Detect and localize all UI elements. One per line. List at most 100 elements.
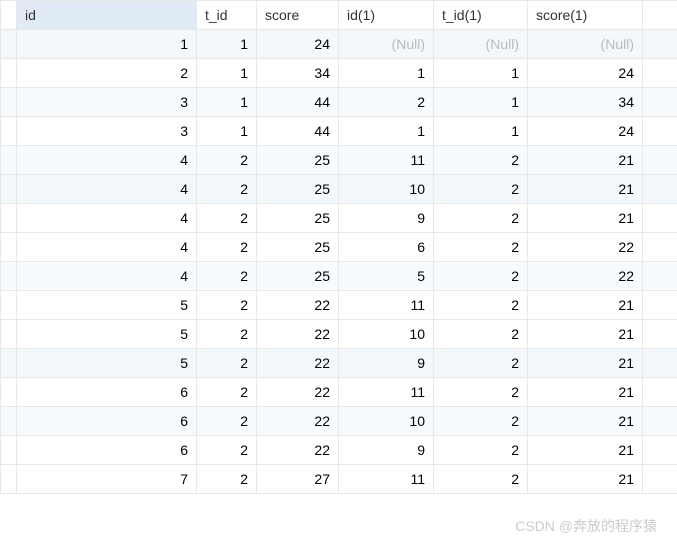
cell-t_id[interactable]: 2 bbox=[197, 378, 257, 407]
cell-score[interactable]: 34 bbox=[257, 59, 339, 88]
cell-id1[interactable]: 10 bbox=[339, 407, 434, 436]
column-header-tid1[interactable]: t_id(1) bbox=[434, 1, 528, 30]
cell-id[interactable]: 4 bbox=[17, 262, 197, 291]
column-header-id1[interactable]: id(1) bbox=[339, 1, 434, 30]
cell-t_id1[interactable]: 2 bbox=[434, 407, 528, 436]
table-row[interactable]: 31442134 bbox=[1, 88, 677, 117]
cell-id[interactable]: 6 bbox=[17, 436, 197, 465]
cell-score1[interactable]: 24 bbox=[528, 59, 643, 88]
column-header-score1[interactable]: score(1) bbox=[528, 1, 643, 30]
cell-t_id1[interactable]: 2 bbox=[434, 436, 528, 465]
table-row[interactable]: 31441124 bbox=[1, 117, 677, 146]
cell-t_id[interactable]: 2 bbox=[197, 407, 257, 436]
cell-t_id1[interactable]: 2 bbox=[434, 320, 528, 349]
cell-t_id1[interactable]: 1 bbox=[434, 88, 528, 117]
cell-t_id[interactable]: 1 bbox=[197, 88, 257, 117]
cell-id[interactable]: 4 bbox=[17, 233, 197, 262]
cell-id1[interactable]: 2 bbox=[339, 88, 434, 117]
cell-t_id[interactable]: 2 bbox=[197, 349, 257, 378]
cell-id[interactable]: 6 bbox=[17, 378, 197, 407]
cell-id1[interactable]: 1 bbox=[339, 59, 434, 88]
cell-id1[interactable]: 9 bbox=[339, 436, 434, 465]
cell-t_id1[interactable]: 2 bbox=[434, 204, 528, 233]
cell-t_id1[interactable]: 2 bbox=[434, 378, 528, 407]
cell-id1[interactable]: 9 bbox=[339, 204, 434, 233]
column-header-score[interactable]: score bbox=[257, 1, 339, 30]
cell-t_id1[interactable]: 2 bbox=[434, 233, 528, 262]
column-header-tid[interactable]: t_id bbox=[197, 1, 257, 30]
cell-t_id[interactable]: 2 bbox=[197, 436, 257, 465]
table-row[interactable]: 62229221 bbox=[1, 436, 677, 465]
cell-t_id1[interactable]: 2 bbox=[434, 175, 528, 204]
cell-id[interactable]: 1 bbox=[17, 30, 197, 59]
cell-id[interactable]: 4 bbox=[17, 175, 197, 204]
cell-score1[interactable]: 21 bbox=[528, 407, 643, 436]
cell-t_id[interactable]: 2 bbox=[197, 320, 257, 349]
table-row[interactable]: 42256222 bbox=[1, 233, 677, 262]
cell-t_id[interactable]: 2 bbox=[197, 175, 257, 204]
cell-id[interactable]: 4 bbox=[17, 204, 197, 233]
cell-score1[interactable]: 21 bbox=[528, 436, 643, 465]
table-row[interactable]: 1124(Null)(Null)(Null) bbox=[1, 30, 677, 59]
cell-id1[interactable]: 10 bbox=[339, 320, 434, 349]
cell-score[interactable]: 22 bbox=[257, 378, 339, 407]
cell-score[interactable]: 44 bbox=[257, 88, 339, 117]
cell-score1[interactable]: 21 bbox=[528, 175, 643, 204]
cell-id[interactable]: 6 bbox=[17, 407, 197, 436]
cell-t_id[interactable]: 1 bbox=[197, 59, 257, 88]
table-row[interactable]: 622210221 bbox=[1, 407, 677, 436]
table-row[interactable]: 42259221 bbox=[1, 204, 677, 233]
table-row[interactable]: 52229221 bbox=[1, 349, 677, 378]
cell-id1[interactable]: 6 bbox=[339, 233, 434, 262]
cell-id[interactable]: 5 bbox=[17, 349, 197, 378]
cell-score1[interactable]: 24 bbox=[528, 117, 643, 146]
cell-score[interactable]: 27 bbox=[257, 465, 339, 494]
cell-score[interactable]: 44 bbox=[257, 117, 339, 146]
cell-t_id[interactable]: 1 bbox=[197, 30, 257, 59]
cell-score[interactable]: 22 bbox=[257, 407, 339, 436]
cell-id[interactable]: 5 bbox=[17, 320, 197, 349]
cell-id1[interactable]: 9 bbox=[339, 349, 434, 378]
table-row[interactable]: 522210221 bbox=[1, 320, 677, 349]
table-row[interactable]: 21341124 bbox=[1, 59, 677, 88]
cell-t_id1[interactable]: 2 bbox=[434, 349, 528, 378]
cell-t_id1[interactable]: 1 bbox=[434, 59, 528, 88]
cell-score[interactable]: 24 bbox=[257, 30, 339, 59]
cell-t_id[interactable]: 2 bbox=[197, 465, 257, 494]
cell-score1[interactable]: 22 bbox=[528, 233, 643, 262]
cell-score1[interactable]: 21 bbox=[528, 320, 643, 349]
cell-t_id1[interactable]: 2 bbox=[434, 291, 528, 320]
data-table[interactable]: id t_id score id(1) t_id(1) score(1) 112… bbox=[0, 0, 677, 494]
cell-score[interactable]: 22 bbox=[257, 436, 339, 465]
table-row[interactable]: 622211221 bbox=[1, 378, 677, 407]
cell-id1[interactable]: 10 bbox=[339, 175, 434, 204]
cell-score1[interactable]: 21 bbox=[528, 349, 643, 378]
table-row[interactable]: 422510221 bbox=[1, 175, 677, 204]
cell-t_id1[interactable]: 2 bbox=[434, 465, 528, 494]
cell-score[interactable]: 25 bbox=[257, 204, 339, 233]
cell-score[interactable]: 25 bbox=[257, 262, 339, 291]
cell-score1[interactable]: (Null) bbox=[528, 30, 643, 59]
cell-score[interactable]: 22 bbox=[257, 291, 339, 320]
cell-t_id1[interactable]: 2 bbox=[434, 146, 528, 175]
cell-id[interactable]: 2 bbox=[17, 59, 197, 88]
cell-id1[interactable]: (Null) bbox=[339, 30, 434, 59]
cell-score[interactable]: 25 bbox=[257, 233, 339, 262]
cell-t_id1[interactable]: 2 bbox=[434, 262, 528, 291]
cell-id[interactable]: 5 bbox=[17, 291, 197, 320]
cell-id1[interactable]: 1 bbox=[339, 117, 434, 146]
cell-t_id[interactable]: 2 bbox=[197, 204, 257, 233]
cell-score1[interactable]: 34 bbox=[528, 88, 643, 117]
column-header-end[interactable] bbox=[643, 1, 677, 30]
cell-score[interactable]: 22 bbox=[257, 320, 339, 349]
cell-id[interactable]: 3 bbox=[17, 88, 197, 117]
cell-score[interactable]: 22 bbox=[257, 349, 339, 378]
table-row[interactable]: 422511221 bbox=[1, 146, 677, 175]
cell-t_id[interactable]: 1 bbox=[197, 117, 257, 146]
cell-score1[interactable]: 21 bbox=[528, 204, 643, 233]
table-row[interactable]: 722711221 bbox=[1, 465, 677, 494]
cell-score1[interactable]: 21 bbox=[528, 291, 643, 320]
cell-id1[interactable]: 11 bbox=[339, 465, 434, 494]
cell-id[interactable]: 7 bbox=[17, 465, 197, 494]
cell-score1[interactable]: 21 bbox=[528, 378, 643, 407]
